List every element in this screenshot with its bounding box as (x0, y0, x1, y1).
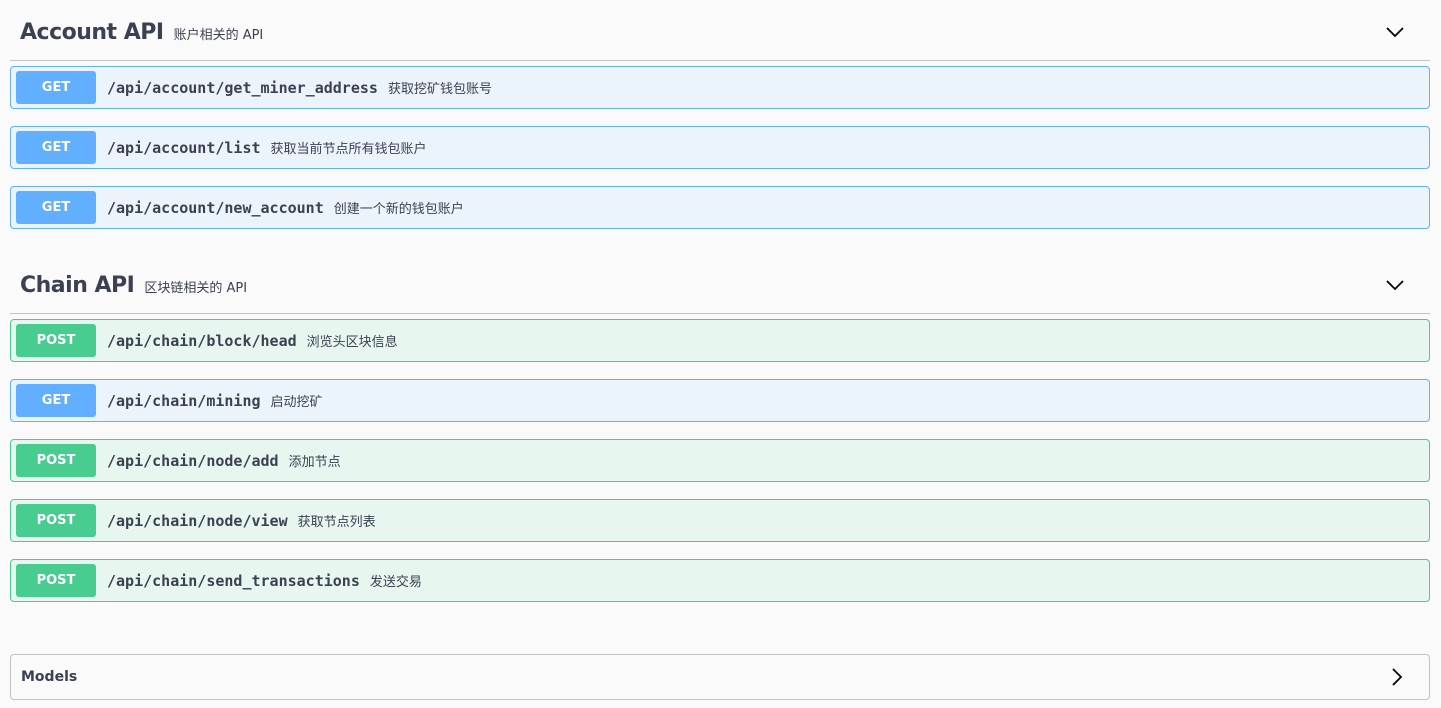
operation-account-list[interactable]: GET /api/account/list 获取当前节点所有钱包账户 (10, 126, 1430, 169)
operation-path: /api/account/new_account (107, 198, 324, 217)
operation-mining[interactable]: GET /api/chain/mining 启动挖矿 (10, 379, 1430, 422)
method-badge: GET (16, 191, 96, 224)
chevron-down-icon[interactable] (1385, 275, 1405, 295)
operation-block-head[interactable]: POST /api/chain/block/head 浏览头区块信息 (10, 319, 1430, 362)
operation-list: GET /api/account/get_miner_address 获取挖矿钱… (10, 66, 1430, 229)
operation-summary: 获取挖矿钱包账号 (387, 82, 492, 97)
section-title: Chain API (20, 272, 135, 298)
operation-summary: 发送交易 (369, 575, 422, 590)
section-header-account-api[interactable]: Account API 账户相关的 API (10, 4, 1430, 61)
operation-summary: 浏览头区块信息 (306, 335, 398, 350)
operation-summary: 添加节点 (288, 455, 341, 470)
operation-summary: 创建一个新的钱包账户 (333, 202, 464, 217)
method-badge: GET (16, 131, 96, 164)
operation-send-transactions[interactable]: POST /api/chain/send_transactions 发送交易 (10, 559, 1430, 602)
operation-path: /api/account/get_miner_address (107, 78, 378, 97)
operation-path: /api/chain/node/add (107, 451, 279, 470)
section-description: 账户相关的 API (173, 28, 264, 43)
operation-list: POST /api/chain/block/head 浏览头区块信息 GET /… (10, 319, 1430, 602)
operation-path: /api/chain/node/view (107, 511, 288, 530)
section-title: Account API (20, 19, 164, 45)
section-description: 区块链相关的 API (144, 281, 248, 296)
method-badge: GET (16, 71, 96, 104)
swagger-ui: Account API 账户相关的 API GET /api/account/g… (0, 0, 1441, 708)
operation-summary: 获取当前节点所有钱包账户 (270, 142, 427, 157)
models-section[interactable]: Models (10, 654, 1430, 700)
section-account-api: Account API 账户相关的 API GET /api/account/g… (10, 4, 1430, 246)
operation-summary: 获取节点列表 (297, 515, 376, 530)
method-badge: POST (16, 444, 96, 477)
chevron-down-icon[interactable] (1385, 22, 1405, 42)
method-badge: GET (16, 384, 96, 417)
operation-summary: 启动挖矿 (270, 395, 323, 410)
operation-get-miner-address[interactable]: GET /api/account/get_miner_address 获取挖矿钱… (10, 66, 1430, 109)
operation-path: /api/account/list (107, 138, 261, 157)
chevron-right-icon[interactable] (1387, 667, 1407, 687)
operation-path: /api/chain/mining (107, 391, 261, 410)
operation-node-view[interactable]: POST /api/chain/node/view 获取节点列表 (10, 499, 1430, 542)
operation-path: /api/chain/block/head (107, 331, 297, 350)
method-badge: POST (16, 504, 96, 537)
section-chain-api: Chain API 区块链相关的 API POST /api/chain/blo… (10, 257, 1430, 619)
operation-path: /api/chain/send_transactions (107, 571, 360, 590)
operation-node-add[interactable]: POST /api/chain/node/add 添加节点 (10, 439, 1430, 482)
operation-new-account[interactable]: GET /api/account/new_account 创建一个新的钱包账户 (10, 186, 1430, 229)
models-title: Models (21, 669, 78, 685)
section-header-chain-api[interactable]: Chain API 区块链相关的 API (10, 257, 1430, 314)
method-badge: POST (16, 324, 96, 357)
method-badge: POST (16, 564, 96, 597)
